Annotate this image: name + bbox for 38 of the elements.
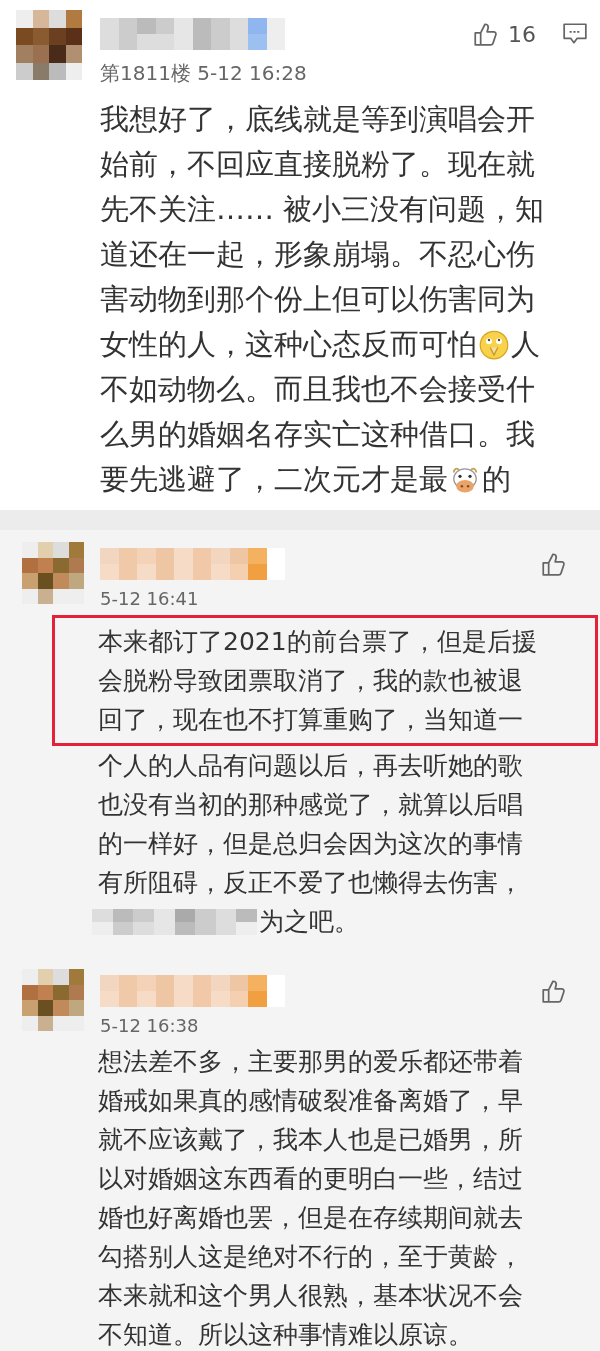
like-icon[interactable] — [472, 21, 498, 47]
comment-text: 道还在一起，形象崩塌。不忍心伤 — [100, 235, 535, 273]
comment-text: 婚戒如果真的感情破裂准备离婚了，早 — [98, 1085, 523, 1117]
comment-text: 害动物到那个份上但可以伤害同为 — [100, 280, 535, 318]
comment-text: 先不关注…… 被小三没有问题，知 — [100, 190, 545, 228]
comment-text: 婚也好离婚也罢，但是在存续期间就去 — [98, 1202, 523, 1234]
comment-text: 就不应该戴了，我本人也是已婚男，所 — [98, 1124, 523, 1156]
comment-text: 有所阻碍，反正不爱了也懒得去伤害， — [98, 867, 523, 899]
comment-meta: 第1811楼 5-12 16:28 — [100, 60, 308, 87]
like-icon[interactable] — [540, 551, 566, 577]
comment-text: 不知道。所以这种事情难以原谅。 — [98, 1319, 473, 1351]
blurred-avatar — [16, 10, 82, 80]
blurred-avatar — [22, 969, 84, 1031]
comment-text: 想法差不多，主要那男的爱乐都还带着 — [98, 1046, 523, 1078]
like-count: 16 — [508, 21, 536, 47]
comment-text: 勾搭别人这是绝对不行的，至于黄龄， — [98, 1241, 523, 1273]
comment-text: 的 — [482, 460, 511, 498]
blurred-avatar — [22, 542, 84, 604]
comment-text: 回了，现在也不打算重购了，当知道一 — [98, 704, 523, 736]
comment-text: 也没有当初的那种感觉了，就算以后唱 — [98, 789, 523, 821]
smiley-icon — [479, 329, 509, 360]
comment-text: 人 — [511, 325, 540, 363]
comment-text: 始前，不回应直接脱粉了。现在就 — [100, 145, 535, 183]
comment-text: 要先逃避了，二次元才是最 — [100, 460, 448, 498]
comment-text: 会脱粉导致团票取消了，我的款也被退 — [98, 665, 523, 697]
comment-text: 的一样好，但是总归会因为这次的事情 — [98, 828, 523, 860]
comment-text: 么男的婚姻名存实亡这种借口。我 — [100, 415, 535, 453]
comment-text: 以对婚姻这东西看的更明白一些，结过 — [98, 1163, 523, 1195]
comment-meta: 5-12 16:38 — [100, 1015, 200, 1036]
comment-text: 为之吧。 — [259, 906, 359, 938]
comment-text: 我想好了，底线就是等到演唱会开 — [100, 100, 535, 138]
like-icon[interactable] — [540, 978, 566, 1004]
comment-text: 不如动物么。而且我也不会接受什 — [100, 370, 535, 408]
comment-text: 本来就和这个男人很熟，基本状况不会 — [98, 1280, 523, 1312]
comment-text: 本来都订了2021的前台票了，但是后援 — [98, 626, 537, 658]
comment-text: 个人的人品有问题以后，再去听她的歌 — [98, 750, 523, 782]
comment-meta: 5-12 16:41 — [100, 588, 200, 609]
comment-text: 女性的人，这种心态反而可怕 — [100, 325, 477, 363]
